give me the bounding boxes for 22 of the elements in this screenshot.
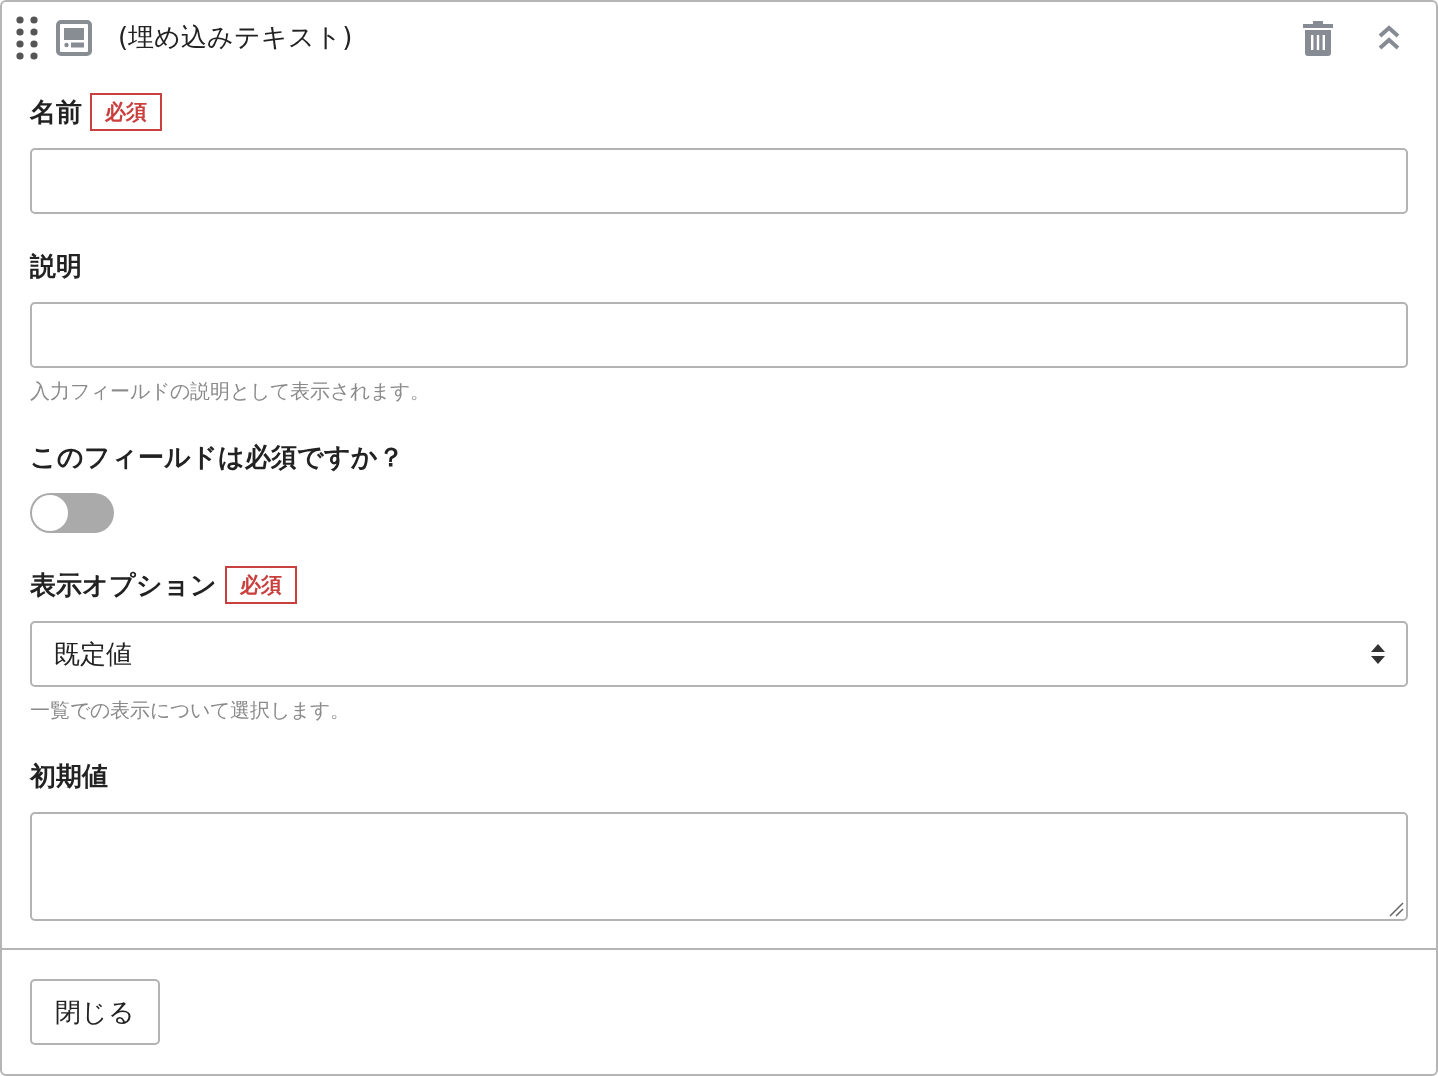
required-badge: 必須 <box>225 566 297 604</box>
field-label: 説明 <box>30 249 82 283</box>
close-button[interactable]: 閉じる <box>30 979 160 1045</box>
layout-icon <box>56 19 92 56</box>
field-label: このフィールドは必須ですか？ <box>30 440 404 474</box>
sort-caret-icon <box>1370 643 1386 665</box>
collapse-icon[interactable] <box>1378 24 1400 51</box>
resize-grip-icon[interactable] <box>1388 901 1404 917</box>
help-text: 一覧での表示について選択します。 <box>30 697 351 724</box>
field-label: 初期値 <box>30 759 108 793</box>
required-badge: 必須 <box>90 93 162 131</box>
text-input[interactable] <box>30 302 1408 368</box>
field-label: 表示オプション <box>30 568 217 602</box>
panel-title: (埋め込みテキスト) <box>118 21 353 54</box>
toggle-switch[interactable] <box>30 493 114 533</box>
text-input[interactable] <box>30 148 1408 214</box>
help-text: 入力フィールドの説明として表示されます。 <box>30 378 431 405</box>
drag-handle-icon[interactable] <box>16 15 38 60</box>
field-label: 名前 <box>30 95 82 129</box>
textarea-input[interactable] <box>30 812 1408 921</box>
trash-icon[interactable] <box>1302 19 1334 56</box>
select-dropdown[interactable]: 既定値 <box>30 621 1408 687</box>
